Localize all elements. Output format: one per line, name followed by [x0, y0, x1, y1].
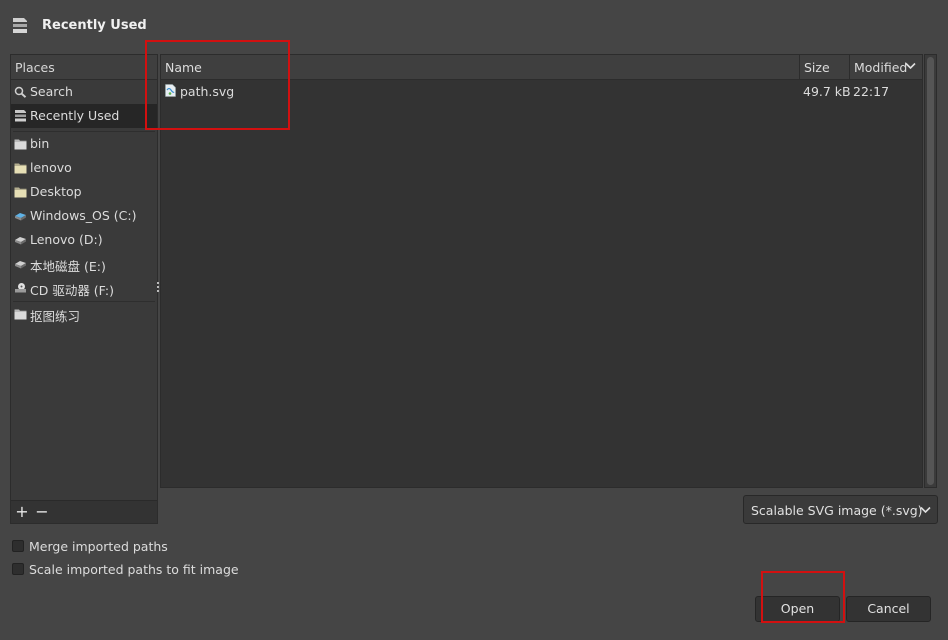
place-label: Windows_OS (C:) [30, 208, 137, 223]
remove-bookmark-button[interactable]: − [35, 503, 49, 521]
places-sidebar: Places Search Recently Used bin lenovo D… [10, 54, 158, 524]
drive-icon [15, 261, 26, 269]
file-type-filter-dropdown[interactable]: Scalable SVG image (*.svg) [743, 495, 938, 524]
drive-icon [15, 237, 26, 245]
place-label: lenovo [30, 160, 72, 175]
place-bin[interactable]: bin [11, 132, 157, 156]
dialog-title: Recently Used [42, 18, 147, 33]
cancel-button[interactable]: Cancel [846, 596, 931, 622]
merge-paths-checkbox[interactable] [12, 540, 24, 552]
merge-paths-option[interactable]: Merge imported paths [12, 538, 172, 556]
place-label: Search [30, 84, 73, 99]
place-label: Desktop [30, 184, 82, 199]
places-toolbar: + − [11, 500, 157, 523]
place-lenovo-d[interactable]: Lenovo (D:) [11, 228, 157, 252]
place-label: 本地磁盘 (E:) [30, 259, 106, 274]
file-type-filter-value: Scalable SVG image (*.svg) [751, 503, 923, 518]
scale-paths-option[interactable]: Scale imported paths to fit image [12, 561, 242, 579]
chevron-down-icon [905, 62, 916, 70]
folder-icon [14, 187, 27, 198]
recent-icon [15, 110, 26, 122]
chevron-down-icon [920, 506, 931, 514]
place-label: Lenovo (D:) [30, 232, 103, 247]
column-size-header[interactable]: Size [800, 55, 850, 79]
open-button[interactable]: Open [755, 596, 840, 622]
column-modified-header[interactable]: Modified [850, 55, 922, 79]
place-label: bin [30, 136, 50, 151]
place-bookmark-folder[interactable]: 抠图练习 [11, 302, 157, 326]
place-label: Recently Used [30, 108, 120, 123]
place-lenovo[interactable]: lenovo [11, 156, 157, 180]
places-header-label: Places [15, 60, 55, 75]
cd-drive-icon [15, 283, 26, 293]
scale-paths-checkbox[interactable] [12, 563, 24, 575]
place-local-disk-e[interactable]: 本地磁盘 (E:) [11, 252, 157, 276]
column-size-label: Size [804, 60, 830, 75]
file-list: Name Size Modified path.svg 49.7 kB 22:1… [160, 54, 923, 488]
scale-paths-label: Scale imported paths to fit image [29, 562, 239, 577]
folder-icon [14, 139, 27, 150]
recent-stack-icon [10, 16, 30, 36]
merge-paths-label: Merge imported paths [29, 539, 168, 554]
vertical-scrollbar[interactable] [924, 54, 937, 488]
add-bookmark-button[interactable]: + [15, 503, 29, 521]
folder-icon [14, 309, 27, 320]
file-size: 49.7 kB [803, 84, 851, 99]
column-modified-label: Modified [854, 60, 908, 75]
place-cd-drive-f[interactable]: CD 驱动器 (F:) [11, 276, 157, 300]
place-windows-os-c[interactable]: Windows_OS (C:) [11, 204, 157, 228]
column-name-header[interactable]: Name [161, 55, 800, 79]
place-recently-used[interactable]: Recently Used [11, 104, 157, 128]
drive-icon [15, 213, 26, 221]
column-name-label: Name [165, 60, 202, 75]
file-list-header: Name Size Modified [161, 55, 922, 80]
place-label: 抠图练习 [30, 309, 81, 324]
place-desktop[interactable]: Desktop [11, 180, 157, 204]
file-row[interactable]: path.svg 49.7 kB 22:17 [161, 79, 922, 103]
file-modified: 22:17 [853, 84, 890, 99]
place-search[interactable]: Search [11, 80, 157, 104]
folder-icon [14, 163, 27, 174]
scrollbar-thumb[interactable] [927, 57, 934, 485]
search-icon [14, 86, 27, 98]
svg-file-icon [165, 84, 176, 97]
places-header: Places [11, 55, 157, 80]
file-name: path.svg [180, 84, 235, 99]
place-label: CD 驱动器 (F:) [30, 283, 114, 298]
